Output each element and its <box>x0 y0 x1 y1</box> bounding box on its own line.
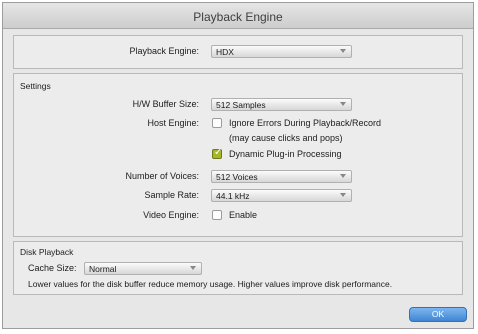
hw-buffer-label: H/W Buffer Size: <box>132 99 199 109</box>
voices-label: Number of Voices: <box>125 171 199 181</box>
cache-size-value: Normal <box>89 264 117 274</box>
engine-panel: Playback Engine: HDX <box>13 35 463 69</box>
ignore-errors-checkbox[interactable] <box>212 118 222 128</box>
disk-buffer-note: Lower values for the disk buffer reduce … <box>28 279 393 289</box>
playback-engine-select[interactable]: HDX <box>211 45 352 58</box>
chevron-down-icon <box>340 102 346 106</box>
host-engine-label: Host Engine: <box>147 118 199 128</box>
ok-button[interactable]: OK <box>409 307 467 322</box>
sample-rate-value: 44.1 kHz <box>216 191 250 201</box>
disk-playback-panel: Disk Playback Cache Size: Normal Lower v… <box>13 241 463 295</box>
dynamic-plugin-label: Dynamic Plug-in Processing <box>229 149 342 159</box>
ignore-errors-label: Ignore Errors During Playback/Record <box>229 118 382 128</box>
video-engine-checkbox[interactable] <box>212 210 222 220</box>
sample-rate-label: Sample Rate: <box>144 190 199 200</box>
dynamic-plugin-checkbox[interactable]: ✓ <box>212 147 223 159</box>
window-title: Playback Engine <box>193 10 283 24</box>
video-engine-enable-label: Enable <box>229 210 258 220</box>
checkmark-icon: ✓ <box>214 147 223 158</box>
chevron-down-icon <box>190 266 196 270</box>
voices-value: 512 Voices <box>216 172 258 182</box>
voices-select[interactable]: 512 Voices <box>211 170 352 183</box>
cache-size-select[interactable]: Normal <box>84 262 202 275</box>
cache-size-label: Cache Size: <box>28 263 77 273</box>
chevron-down-icon <box>340 174 346 178</box>
ignore-errors-note: (may cause clicks and pops) <box>229 133 343 143</box>
title-bar[interactable]: Playback Engine <box>3 3 473 29</box>
video-engine-label: Video Engine: <box>143 210 199 220</box>
settings-panel: Settings H/W Buffer Size: 512 Samples Ho… <box>13 73 463 237</box>
hw-buffer-select[interactable]: 512 Samples <box>211 98 352 111</box>
chevron-down-icon <box>340 193 346 197</box>
hw-buffer-value: 512 Samples <box>216 100 266 110</box>
playback-engine-label: Playback Engine: <box>129 46 199 56</box>
playback-engine-value: HDX <box>216 47 234 57</box>
settings-section-label: Settings <box>20 81 51 91</box>
playback-engine-dialog: Playback Engine Playback Engine: HDX Set… <box>2 2 474 329</box>
sample-rate-select[interactable]: 44.1 kHz <box>211 189 352 202</box>
chevron-down-icon <box>340 49 346 53</box>
disk-playback-section-label: Disk Playback <box>20 247 74 257</box>
